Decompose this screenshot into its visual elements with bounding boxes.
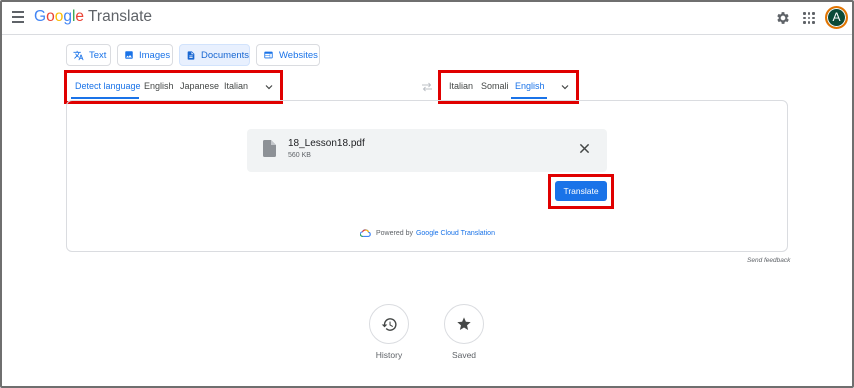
saved-button[interactable] bbox=[444, 304, 484, 344]
source-chevron-down-icon[interactable] bbox=[263, 81, 275, 93]
close-icon[interactable] bbox=[579, 143, 590, 154]
tab-images-label: Images bbox=[139, 49, 171, 61]
swap-languages-icon[interactable] bbox=[421, 82, 433, 92]
target-lang-english[interactable]: English bbox=[515, 81, 545, 91]
file-icon bbox=[263, 140, 276, 157]
google-cloud-translation-link[interactable]: Google Cloud Translation bbox=[416, 230, 495, 237]
gear-icon[interactable] bbox=[775, 10, 791, 26]
app-header: Google Translate A bbox=[2, 2, 852, 35]
saved-label: Saved bbox=[451, 350, 477, 360]
target-lang-somali[interactable]: Somali bbox=[481, 81, 509, 91]
logo-suffix: Translate bbox=[88, 8, 153, 25]
source-lang-detect[interactable]: Detect language bbox=[75, 81, 141, 91]
history-label: History bbox=[375, 350, 403, 360]
translate-icon bbox=[73, 50, 84, 60]
cloud-icon bbox=[360, 229, 371, 237]
target-lang-underline bbox=[511, 97, 547, 99]
website-icon bbox=[264, 51, 273, 59]
send-feedback-link[interactable]: Send feedback bbox=[747, 257, 790, 264]
file-name: 18_Lesson18.pdf bbox=[288, 138, 365, 149]
source-lang-japanese[interactable]: Japanese bbox=[180, 81, 219, 91]
powered-by: Powered by Google Cloud Translation bbox=[360, 229, 495, 237]
powered-prefix: Powered by bbox=[376, 229, 413, 237]
apps-grid-icon[interactable] bbox=[803, 12, 815, 24]
tab-text-label: Text bbox=[89, 49, 107, 61]
tab-images[interactable]: Images bbox=[117, 44, 173, 66]
image-icon bbox=[125, 51, 133, 59]
target-chevron-down-icon[interactable] bbox=[559, 81, 571, 93]
file-size: 560 KB bbox=[288, 152, 311, 159]
history-button[interactable] bbox=[369, 304, 409, 344]
avatar[interactable]: A bbox=[825, 6, 848, 29]
tab-websites[interactable]: Websites bbox=[256, 44, 320, 66]
source-lang-english[interactable]: English bbox=[144, 81, 174, 91]
tab-documents-label: Documents bbox=[201, 49, 250, 61]
menu-icon[interactable] bbox=[12, 11, 24, 23]
file-card: 18_Lesson18.pdf 560 KB bbox=[247, 129, 607, 172]
source-lang-italian[interactable]: Italian bbox=[224, 81, 248, 91]
source-lang-underline bbox=[71, 97, 139, 99]
tab-text[interactable]: Text bbox=[66, 44, 111, 66]
translate-button[interactable]: Translate bbox=[555, 181, 607, 201]
tab-documents[interactable]: Documents bbox=[179, 44, 250, 66]
document-icon bbox=[187, 50, 195, 60]
star-icon bbox=[457, 317, 471, 330]
target-lang-italian[interactable]: Italian bbox=[449, 81, 473, 91]
tab-websites-label: Websites bbox=[279, 49, 318, 61]
history-icon bbox=[381, 317, 397, 331]
google-translate-logo[interactable]: Google Translate bbox=[34, 8, 152, 26]
